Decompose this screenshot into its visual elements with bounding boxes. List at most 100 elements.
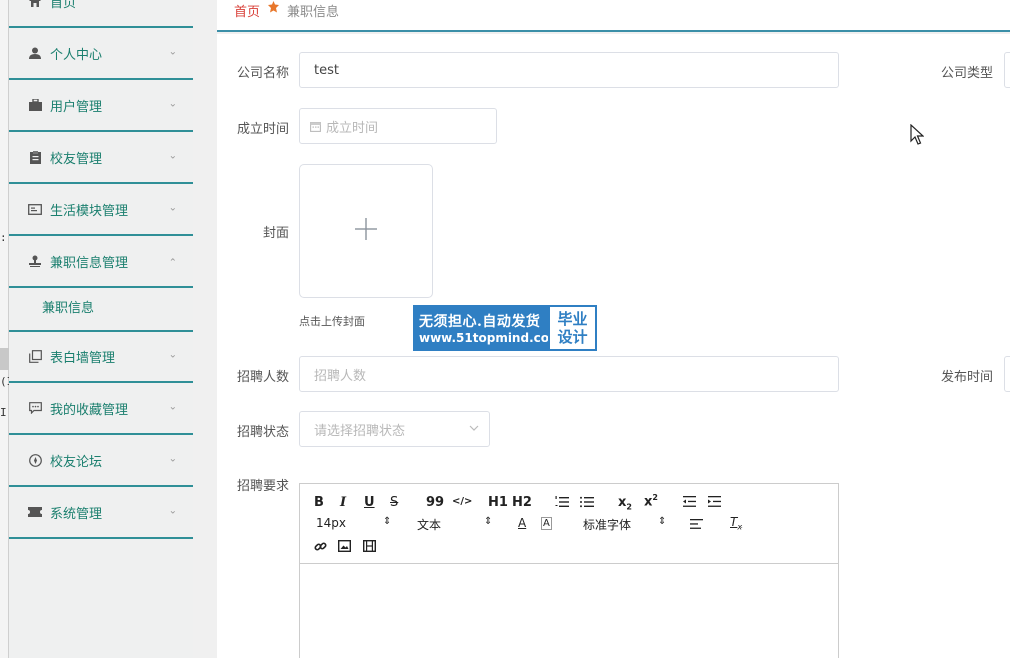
promo-side2: 设计 bbox=[557, 328, 588, 346]
indent-icon[interactable] bbox=[708, 496, 721, 511]
flame-icon bbox=[268, 1, 280, 16]
company-type-select[interactable] bbox=[1004, 52, 1010, 88]
subscript-button[interactable]: x2 bbox=[618, 495, 632, 512]
cover-upload-box[interactable] bbox=[299, 164, 433, 298]
sidebar-item-alumni-forum[interactable]: 校友论坛 ⌄ bbox=[9, 435, 193, 487]
user-icon bbox=[27, 45, 43, 61]
sidebar-item-alumni-management[interactable]: 校友管理 ⌄ bbox=[9, 132, 193, 184]
font-size-select[interactable]: 14px bbox=[316, 516, 346, 530]
plus-icon bbox=[355, 218, 377, 244]
company-type-label: 公司类型 bbox=[941, 66, 994, 81]
sidebar-item-life-module-management[interactable]: 生活模块管理 ⌄ bbox=[9, 184, 193, 236]
sidebar-item-home[interactable]: 首页 bbox=[9, 0, 193, 28]
chevron-down-icon: ⌄ bbox=[168, 453, 177, 465]
mouse-cursor-icon bbox=[910, 123, 925, 150]
publish-time-picker[interactable] bbox=[1004, 356, 1010, 392]
promo-line2: www.51topmind.com bbox=[419, 331, 562, 345]
h2-button[interactable]: H2 bbox=[512, 495, 532, 510]
part-time-info-form: 公司名称 test 公司类型 成立时间 成立时间 封面 点击上传封面 无须担心.… bbox=[217, 34, 1010, 658]
screen: : (I I:) 首页 个人中心 ⌄ 用户管理 ⌄ bbox=[0, 0, 1010, 658]
founded-time-picker[interactable]: 成立时间 bbox=[299, 108, 497, 144]
company-name-label: 公司名称 bbox=[237, 66, 290, 81]
code-block-button[interactable]: </> bbox=[452, 496, 472, 507]
sidebar-item-confession-wall-management[interactable]: 表白墙管理 ⌄ bbox=[9, 331, 193, 383]
outdent-icon[interactable] bbox=[683, 496, 696, 511]
home-icon bbox=[27, 0, 43, 9]
recruit-count-label: 招聘人数 bbox=[237, 370, 290, 385]
sidebar-item-system-management[interactable]: 系统管理 ⌄ bbox=[9, 487, 193, 539]
sort-arrows-icon: ⇕ bbox=[383, 516, 392, 527]
cover-upload-tip: 点击上传封面 bbox=[299, 315, 365, 328]
breadcrumb: 首页 兼职信息 bbox=[217, 0, 1010, 32]
blockquote-button[interactable]: 99 bbox=[426, 495, 444, 510]
clipboard-icon bbox=[27, 149, 43, 165]
rich-text-editor[interactable]: B I U S 99 </> H1 H2 x2 x2 14px ⇕ 文本 ⇕ A… bbox=[299, 483, 839, 658]
breadcrumb-home-link[interactable]: 首页 bbox=[234, 1, 260, 20]
publish-time-label: 发布时间 bbox=[941, 370, 994, 385]
sidebar-item-label: 兼职信息管理 bbox=[50, 255, 129, 271]
cover-label: 封面 bbox=[262, 226, 289, 241]
sidebar-item-label: 表白墙管理 bbox=[50, 350, 116, 366]
chevron-down-icon bbox=[469, 422, 479, 437]
chevron-down-icon: ⌄ bbox=[168, 401, 177, 413]
sort-arrows-icon: ⇕ bbox=[658, 516, 667, 527]
main-content: 首页 兼职信息 公司名称 test 公司类型 成立时间 成立时间 封面 点击上传… bbox=[193, 0, 1010, 658]
bold-button[interactable]: B bbox=[314, 495, 324, 510]
font-color-button[interactable]: A bbox=[518, 516, 526, 530]
superscript-button[interactable]: x2 bbox=[644, 493, 658, 509]
h1-button[interactable]: H1 bbox=[488, 495, 508, 510]
sidebar-item-label: 用户管理 bbox=[50, 99, 103, 115]
recruit-status-placeholder: 请选择招聘状态 bbox=[314, 423, 406, 439]
sidebar-item-label: 个人中心 bbox=[50, 47, 103, 63]
italic-button[interactable]: I bbox=[340, 495, 346, 510]
strike-button[interactable]: S bbox=[390, 495, 398, 510]
recruit-count-input[interactable]: 招聘人数 bbox=[299, 356, 839, 392]
sidebar-item-favorites-management[interactable]: 我的收藏管理 ⌄ bbox=[9, 383, 193, 435]
company-name-input[interactable]: test bbox=[299, 52, 839, 88]
text-type-select[interactable]: 文本 bbox=[417, 516, 441, 533]
sidebar-subitem-part-time-info[interactable]: 兼职信息 bbox=[9, 282, 193, 332]
chat-icon bbox=[27, 400, 43, 416]
breadcrumb-current: 兼职信息 bbox=[287, 5, 340, 20]
sidebar-item-label: 校友管理 bbox=[50, 151, 103, 167]
promo-watermark: 无须担心.自动发货 www.51topmind.com 毕业 设计 bbox=[413, 305, 597, 351]
sidebar-item-label: 我的收藏管理 bbox=[50, 402, 129, 418]
chevron-down-icon: ⌄ bbox=[168, 202, 177, 214]
promo-side-block: 毕业 设计 bbox=[548, 305, 597, 351]
clear-format-button[interactable]: Tx bbox=[730, 515, 742, 531]
promo-side1: 毕业 bbox=[557, 310, 588, 328]
id-card-icon bbox=[27, 201, 43, 217]
ticket-icon bbox=[27, 504, 43, 520]
sidebar: 首页 个人中心 ⌄ 用户管理 ⌄ 校友管理 ⌄ 生活模块管理 ⌄ 兼职信息管理 … bbox=[9, 0, 193, 658]
ordered-list-icon[interactable] bbox=[555, 496, 569, 512]
promo-line1: 无须担心.自动发货 bbox=[419, 314, 541, 330]
chevron-down-icon: ⌄ bbox=[168, 150, 177, 162]
sidebar-item-part-time-management[interactable]: 兼职信息管理 ⌃ bbox=[9, 236, 193, 288]
recruit-status-select[interactable]: 请选择招聘状态 bbox=[299, 411, 490, 447]
chevron-down-icon: ⌄ bbox=[168, 349, 177, 361]
sidebar-item-user-management[interactable]: 用户管理 ⌄ bbox=[9, 80, 193, 132]
link-icon[interactable] bbox=[314, 540, 327, 557]
align-icon[interactable] bbox=[690, 518, 703, 533]
chevron-down-icon: ⌄ bbox=[168, 98, 177, 110]
sort-arrows-icon: ⇕ bbox=[484, 516, 493, 527]
chevron-up-icon: ⌃ bbox=[168, 257, 177, 269]
founded-time-placeholder: 成立时间 bbox=[326, 120, 379, 136]
font-family-select[interactable]: 标准字体 bbox=[583, 516, 631, 533]
sidebar-item-personal-center[interactable]: 个人中心 ⌄ bbox=[9, 28, 193, 80]
editor-content-area[interactable] bbox=[300, 565, 838, 658]
underline-button[interactable]: U bbox=[364, 495, 375, 510]
editor-toolbar: B I U S 99 </> H1 H2 x2 x2 14px ⇕ 文本 ⇕ A… bbox=[300, 484, 838, 564]
image-icon[interactable] bbox=[337, 539, 352, 556]
recruit-requirements-label: 招聘要求 bbox=[237, 479, 290, 494]
video-icon[interactable] bbox=[362, 539, 377, 556]
sidebar-item-label: 系统管理 bbox=[50, 506, 103, 522]
background-color-button[interactable]: A bbox=[541, 517, 552, 530]
sidebar-item-label: 校友论坛 bbox=[50, 454, 103, 470]
briefcase-icon bbox=[27, 97, 43, 113]
bullet-list-icon[interactable] bbox=[580, 496, 594, 512]
founded-time-label: 成立时间 bbox=[237, 122, 290, 137]
promo-main-block: 无须担心.自动发货 www.51topmind.com bbox=[413, 305, 562, 351]
background-window-edge: : (I I:) bbox=[0, 0, 20, 658]
sidebar-subitem-label: 兼职信息 bbox=[42, 300, 95, 316]
